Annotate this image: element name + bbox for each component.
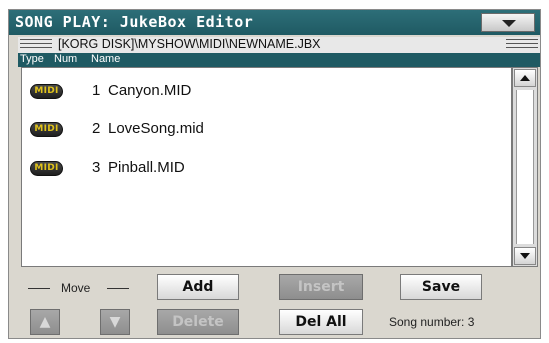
file-path: [KORG DISK]\MYSHOW\MIDI\NEWNAME.JBX	[58, 37, 321, 51]
divider	[107, 288, 129, 289]
delete-all-button[interactable]: Del All	[279, 309, 363, 335]
scrollbar[interactable]	[512, 67, 538, 267]
column-num: Num	[54, 53, 78, 65]
divider	[28, 288, 50, 289]
song-name: Pinball.MID	[108, 159, 185, 176]
list-column-header: Type Num Name	[18, 53, 540, 67]
song-num: 1	[92, 82, 101, 99]
page-title: SONG PLAY: JukeBox Editor	[15, 13, 254, 31]
list-item[interactable]: MIDI 3 Pinball.MID	[22, 157, 502, 185]
move-down-button[interactable]: ▼	[100, 309, 130, 335]
column-type: Type	[20, 53, 44, 65]
arrow-down-icon	[520, 253, 530, 259]
delete-button[interactable]: Delete	[157, 309, 239, 335]
move-label: Move	[61, 281, 91, 295]
song-num: 3	[92, 159, 101, 176]
list-item[interactable]: MIDI 1 Canyon.MID	[22, 80, 502, 108]
grip-lines-icon	[506, 39, 538, 51]
list-item[interactable]: MIDI 2 LoveSong.mid	[22, 118, 502, 146]
song-list[interactable]: MIDI 1 Canyon.MID MIDI 2 LoveSong.mid MI…	[21, 67, 512, 267]
song-number-status: Song number: 3	[389, 315, 475, 329]
path-bar: [KORG DISK]\MYSHOW\MIDI\NEWNAME.JBX	[18, 37, 540, 53]
scroll-track[interactable]	[516, 90, 534, 244]
scroll-up-button[interactable]	[514, 69, 536, 87]
column-name: Name	[91, 53, 121, 65]
move-up-button[interactable]: ▲	[30, 309, 60, 335]
save-button[interactable]: Save	[400, 274, 482, 300]
midi-type-icon: MIDI	[30, 161, 63, 176]
grip-lines-icon	[20, 39, 52, 51]
arrow-up-icon: ▲	[39, 314, 51, 330]
song-name: Canyon.MID	[108, 82, 192, 99]
arrow-up-icon	[520, 75, 530, 81]
chevron-down-icon	[502, 20, 516, 27]
midi-type-icon: MIDI	[30, 122, 63, 137]
song-num: 2	[92, 120, 101, 137]
scroll-down-button[interactable]	[514, 247, 536, 265]
add-button[interactable]: Add	[157, 274, 239, 300]
midi-type-icon: MIDI	[30, 84, 63, 99]
song-name: LoveSong.mid	[108, 120, 204, 137]
page-menu-button[interactable]	[481, 13, 535, 32]
arrow-down-icon: ▼	[109, 314, 121, 330]
title-bar: SONG PLAY: JukeBox Editor	[9, 10, 540, 35]
insert-button[interactable]: Insert	[279, 274, 363, 300]
